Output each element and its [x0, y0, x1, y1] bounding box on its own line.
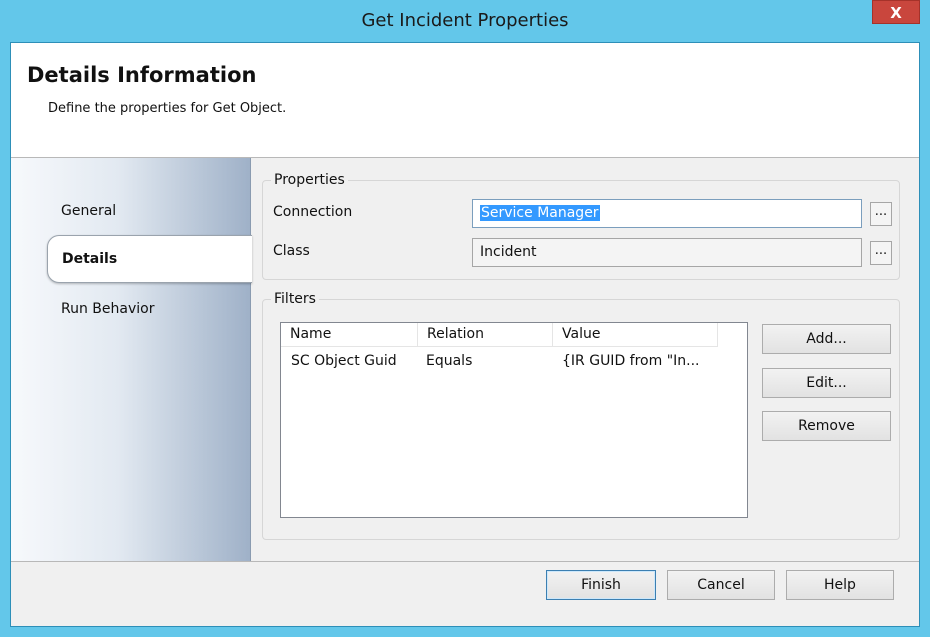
column-header-value[interactable]: Value [553, 323, 718, 347]
properties-legend: Properties [271, 172, 348, 188]
edit-filter-button[interactable]: Edit... [762, 368, 891, 398]
row-name-cell: SC Object Guid [291, 353, 397, 369]
page-title: Details Information [27, 63, 257, 87]
connection-value: Service Manager [480, 205, 600, 221]
dialog-window: Get Incident Properties X Details Inform… [0, 0, 930, 637]
help-button[interactable]: Help [786, 570, 894, 600]
title-bar[interactable]: Get Incident Properties X [0, 0, 930, 42]
connection-field[interactable]: Service Manager [472, 199, 862, 228]
sidebar-item-general[interactable]: General [61, 203, 116, 219]
column-header-name[interactable]: Name [281, 323, 418, 347]
sidebar-item-label: Details [62, 251, 118, 267]
footer-divider [11, 561, 919, 562]
window-title: Get Incident Properties [361, 10, 569, 31]
finish-button[interactable]: Finish [546, 570, 656, 600]
cancel-button[interactable]: Cancel [667, 570, 775, 600]
sidebar-item-details[interactable]: Details [47, 235, 252, 283]
sidebar-nav: General Details Run Behavior [11, 158, 252, 561]
column-header-relation[interactable]: Relation [418, 323, 553, 347]
close-button[interactable]: X [872, 0, 920, 24]
page-subtitle: Define the properties for Get Object. [48, 101, 287, 116]
connection-label: Connection [273, 204, 353, 220]
connection-browse-button[interactable]: ... [870, 202, 892, 226]
sidebar-item-run-behavior[interactable]: Run Behavior [61, 301, 154, 317]
row-value-cell: {IR GUID from "In... [562, 353, 700, 369]
wizard-header: Details Information Define the propertie… [11, 43, 919, 158]
dialog-client-area: Details Information Define the propertie… [10, 42, 920, 627]
row-relation-cell: Equals [426, 353, 473, 369]
add-filter-button[interactable]: Add... [762, 324, 891, 354]
class-browse-button[interactable]: ... [870, 241, 892, 265]
filters-legend: Filters [271, 291, 319, 307]
class-label: Class [273, 243, 310, 259]
filters-list[interactable]: Name Relation Value SC Object Guid Equal… [280, 322, 748, 518]
remove-filter-button[interactable]: Remove [762, 411, 891, 441]
class-field[interactable]: Incident [472, 238, 862, 267]
properties-group: Properties Connection Service Manager ..… [262, 172, 900, 280]
